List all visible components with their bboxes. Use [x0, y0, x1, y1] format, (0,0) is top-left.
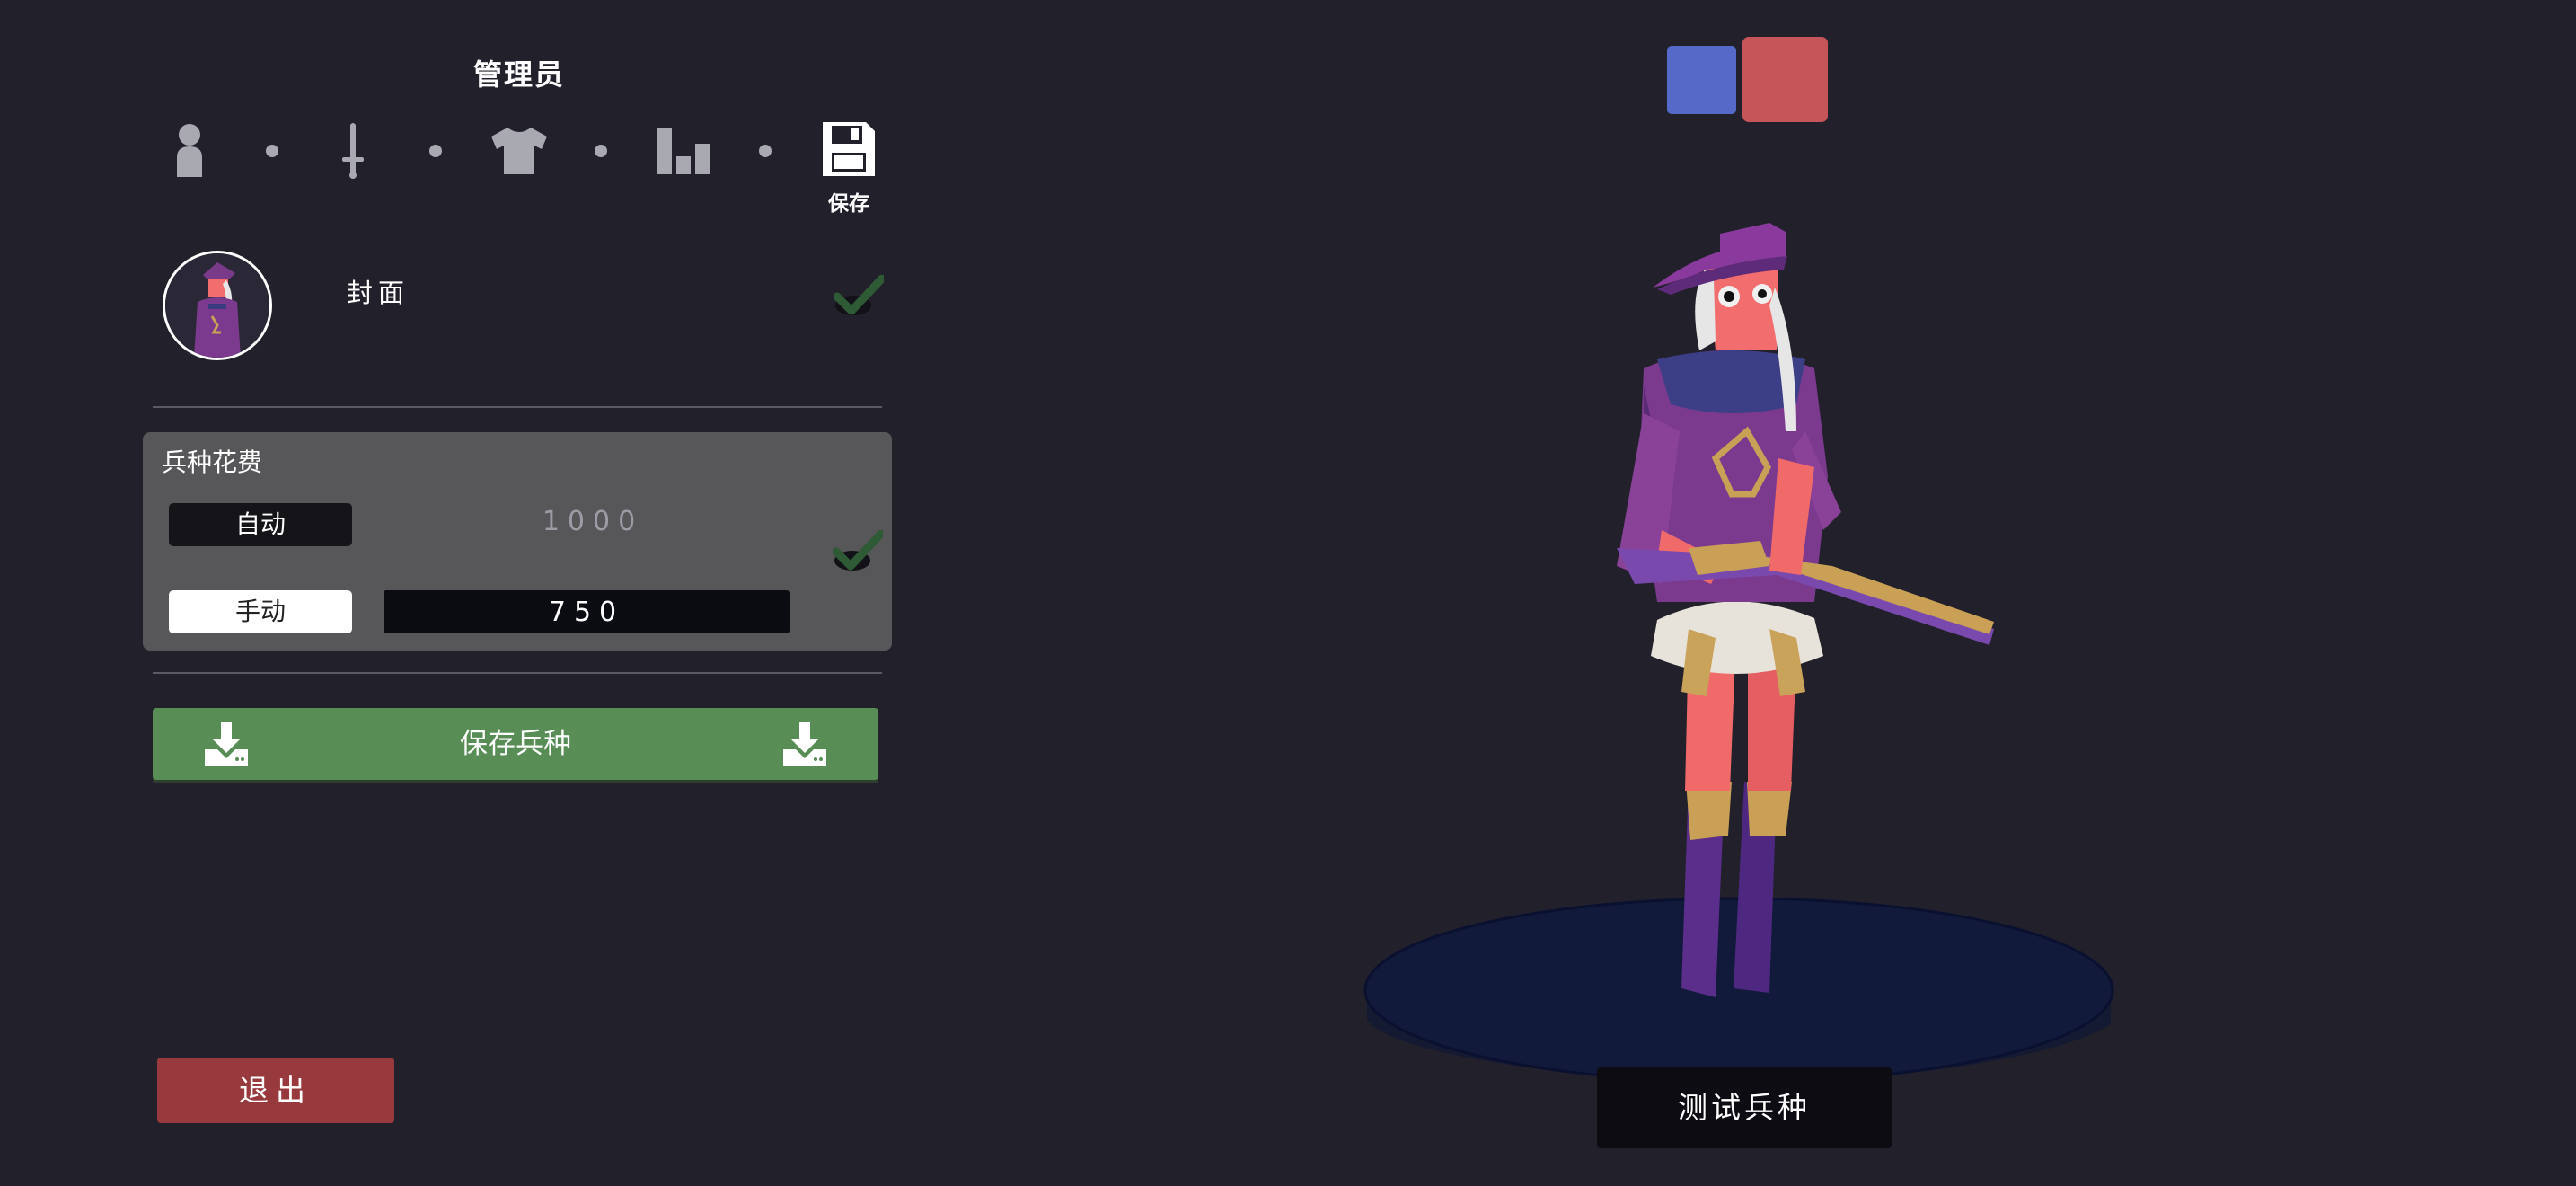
manual-cost-input[interactable]: [384, 590, 790, 633]
floppy-disk-icon[interactable]: [821, 120, 877, 181]
sword-icon[interactable]: [340, 121, 366, 182]
cover-label: 封面: [347, 278, 410, 308]
save-unit-button[interactable]: 保存兵种: [153, 708, 878, 780]
red-team-button[interactable]: [1742, 37, 1828, 122]
blue-team-button[interactable]: [1667, 46, 1736, 114]
divider: [153, 672, 882, 674]
step-separator-dot: [429, 145, 442, 157]
avatar[interactable]: [163, 251, 272, 360]
bar-chart-icon[interactable]: [656, 126, 711, 178]
download-icon: [781, 721, 828, 771]
unit-cost-title: 兵种花费: [162, 447, 263, 477]
auto-cost-button[interactable]: 自动: [169, 503, 352, 546]
auto-cost-value: 1000: [542, 506, 644, 537]
cost-checkmark-icon[interactable]: [832, 529, 886, 575]
save-step-label: 保存: [828, 192, 869, 216]
step-separator-dot: [595, 145, 607, 157]
step-separator-dot: [266, 145, 278, 157]
page-title: 管理员: [472, 58, 565, 92]
manual-cost-button[interactable]: 手动: [169, 590, 352, 633]
cover-checkmark-icon[interactable]: [833, 274, 887, 320]
save-unit-label: 保存兵种: [460, 728, 571, 760]
shirt-icon[interactable]: [490, 126, 549, 178]
test-unit-button[interactable]: 测试兵种: [1597, 1067, 1892, 1148]
person-icon[interactable]: [172, 123, 207, 181]
divider: [153, 406, 882, 408]
exit-button[interactable]: 退出: [157, 1058, 394, 1123]
step-separator-dot: [759, 145, 772, 157]
unit-preview[interactable]: [1347, 207, 2156, 1109]
